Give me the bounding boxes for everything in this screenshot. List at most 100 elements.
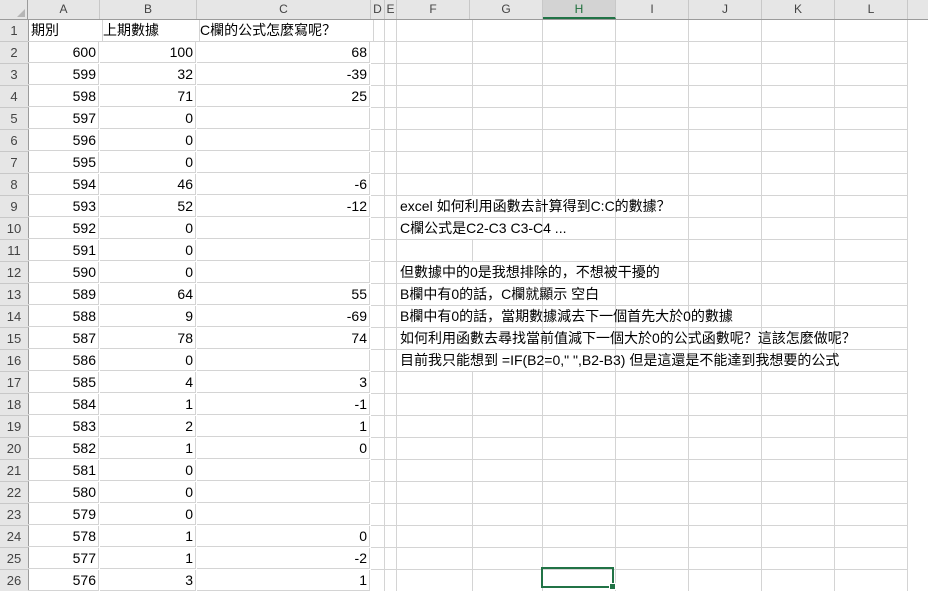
cell-k-23[interactable]: [762, 504, 835, 526]
cell-d-11[interactable]: [371, 240, 385, 262]
cell-i-23[interactable]: [616, 504, 689, 526]
cell-h-22[interactable]: [543, 482, 616, 504]
row-header[interactable]: 18: [0, 394, 29, 416]
cell-l-24[interactable]: [835, 526, 908, 548]
cell-c-14[interactable]: -69: [197, 306, 370, 327]
cell-h-24[interactable]: [543, 526, 616, 548]
cell-d-7[interactable]: [371, 152, 385, 174]
cell-l-9[interactable]: [835, 196, 908, 218]
cell-j-7[interactable]: [689, 152, 762, 174]
cell-e-25[interactable]: [385, 548, 397, 570]
cell-i-11[interactable]: [616, 240, 689, 262]
cell-a-1[interactable]: 期別: [28, 20, 103, 42]
cell-i-10[interactable]: [616, 218, 689, 240]
cell-f-22[interactable]: [397, 482, 473, 504]
cell-j-17[interactable]: [689, 372, 762, 394]
cell-j-4[interactable]: [689, 86, 762, 108]
cell-e-4[interactable]: [385, 86, 397, 108]
cell-i-1[interactable]: [616, 20, 689, 42]
cell-h-7[interactable]: [543, 152, 616, 174]
cell-f-2[interactable]: [397, 42, 473, 64]
column-header-b[interactable]: B: [100, 0, 197, 19]
column-header-l[interactable]: L: [835, 0, 908, 19]
cell-c-3[interactable]: -39: [197, 64, 370, 85]
column-header-c[interactable]: C: [197, 0, 371, 19]
column-header-k[interactable]: K: [762, 0, 835, 19]
cell-k-3[interactable]: [762, 64, 835, 86]
cell-h-23[interactable]: [543, 504, 616, 526]
cell-d-24[interactable]: [371, 526, 385, 548]
cell-b-18[interactable]: 1: [100, 394, 196, 415]
cell-a-7[interactable]: 595: [28, 152, 99, 173]
cell-d-3[interactable]: [371, 64, 385, 86]
cell-g-21[interactable]: [470, 460, 543, 482]
cell-d-6[interactable]: [371, 130, 385, 152]
cell-b-13[interactable]: 64: [100, 284, 196, 305]
cell-c-6[interactable]: [197, 130, 370, 151]
row-header[interactable]: 19: [0, 416, 29, 438]
cell-l-4[interactable]: [835, 86, 908, 108]
cell-l-8[interactable]: [835, 174, 908, 196]
cell-c-9[interactable]: -12: [197, 196, 370, 217]
cell-a-22[interactable]: 580: [28, 482, 99, 503]
cell-a-14[interactable]: 588: [28, 306, 99, 327]
cell-k-7[interactable]: [762, 152, 835, 174]
cell-g-18[interactable]: [470, 394, 543, 416]
cell-k-22[interactable]: [762, 482, 835, 504]
cell-b-2[interactable]: 100: [100, 42, 196, 63]
cell-b-3[interactable]: 32: [100, 64, 196, 85]
cell-g-26[interactable]: [470, 570, 543, 591]
cell-j-20[interactable]: [689, 438, 762, 460]
cell-b-20[interactable]: 1: [100, 438, 196, 459]
column-header-i[interactable]: I: [616, 0, 689, 19]
cell-k-10[interactable]: [762, 218, 835, 240]
cell-g-25[interactable]: [470, 548, 543, 570]
cell-c-11[interactable]: [197, 240, 370, 261]
cell-h-21[interactable]: [543, 460, 616, 482]
cell-f-7[interactable]: [397, 152, 473, 174]
cell-k-19[interactable]: [762, 416, 835, 438]
cell-g-17[interactable]: [470, 372, 543, 394]
cell-d-13[interactable]: [371, 284, 385, 306]
cell-b-22[interactable]: 0: [100, 482, 196, 503]
cell-l-22[interactable]: [835, 482, 908, 504]
cell-g-20[interactable]: [470, 438, 543, 460]
cell-a-18[interactable]: 584: [28, 394, 99, 415]
cell-a-2[interactable]: 600: [28, 42, 99, 63]
cell-i-7[interactable]: [616, 152, 689, 174]
cell-i-19[interactable]: [616, 416, 689, 438]
row-header[interactable]: 14: [0, 306, 29, 328]
cell-l-16[interactable]: [835, 350, 908, 372]
cell-i-5[interactable]: [616, 108, 689, 130]
row-header[interactable]: 2: [0, 42, 29, 64]
cell-i-21[interactable]: [616, 460, 689, 482]
cell-a-25[interactable]: 577: [28, 548, 99, 569]
cell-g-5[interactable]: [470, 108, 543, 130]
cell-c-13[interactable]: 55: [197, 284, 370, 305]
cell-f-9[interactable]: excel 如何利用函數去計算得到C:C的數據？: [397, 196, 671, 218]
cell-i-8[interactable]: [616, 174, 689, 196]
cell-i-18[interactable]: [616, 394, 689, 416]
cell-k-8[interactable]: [762, 174, 835, 196]
cell-b-6[interactable]: 0: [100, 130, 196, 151]
cell-j-9[interactable]: [689, 196, 762, 218]
cell-b-24[interactable]: 1: [100, 526, 196, 547]
cell-j-18[interactable]: [689, 394, 762, 416]
cell-i-25[interactable]: [616, 548, 689, 570]
cell-a-10[interactable]: 592: [28, 218, 99, 239]
cell-f-17[interactable]: [397, 372, 473, 394]
row-header[interactable]: 10: [0, 218, 29, 240]
cell-e-17[interactable]: [385, 372, 397, 394]
row-header[interactable]: 17: [0, 372, 29, 394]
cell-k-18[interactable]: [762, 394, 835, 416]
cell-f-21[interactable]: [397, 460, 473, 482]
cell-j-10[interactable]: [689, 218, 762, 240]
cell-g-23[interactable]: [470, 504, 543, 526]
cell-i-26[interactable]: [616, 570, 689, 591]
cell-k-25[interactable]: [762, 548, 835, 570]
cell-e-11[interactable]: [385, 240, 397, 262]
cell-f-23[interactable]: [397, 504, 473, 526]
cell-l-5[interactable]: [835, 108, 908, 130]
row-header[interactable]: 6: [0, 130, 29, 152]
row-header[interactable]: 21: [0, 460, 29, 482]
